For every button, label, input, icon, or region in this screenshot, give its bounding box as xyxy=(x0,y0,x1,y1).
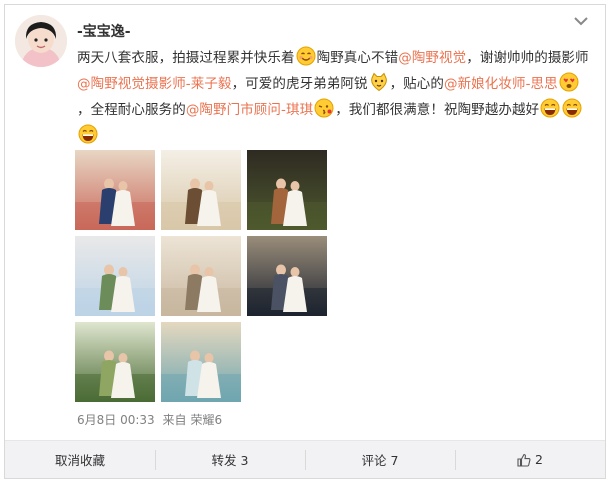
smile-emoji-icon xyxy=(296,46,316,66)
photo-couple-night-street[interactable] xyxy=(247,236,327,316)
post-text-segment: 两天八套衣服，拍摄过程累并快乐着 xyxy=(77,50,295,66)
post-text-segment: ，贴心的 xyxy=(389,76,444,92)
post-source[interactable]: 荣耀6 xyxy=(191,413,223,427)
photo-couple-palace-garden[interactable] xyxy=(75,236,155,316)
repost-label: 转发 3 xyxy=(211,453,249,468)
kiss-emoji-icon xyxy=(314,98,334,118)
laugh-emoji-icon xyxy=(540,98,560,118)
mention-link[interactable]: @陶野视觉 xyxy=(398,50,466,66)
post-text: 两天八套衣服，拍摄过程累并快乐着 陶野真心不错@陶野视觉，谢谢帅帅的摄影师 @陶野视… xyxy=(77,45,589,149)
post-source-prefix: 来自 xyxy=(162,413,187,427)
post-text-segment: ，可爱的虎牙弟弟阿锐 xyxy=(231,76,368,92)
avatar[interactable] xyxy=(15,15,67,67)
photo-couple-forest-lawn[interactable] xyxy=(75,322,155,402)
favorite-button[interactable]: 取消收藏 xyxy=(5,441,155,478)
post-text-segment: ，谢谢帅帅的摄影师 xyxy=(466,50,589,66)
comment-label: 评论 7 xyxy=(361,453,399,468)
thumbs-up-icon xyxy=(517,453,531,467)
post-text-segment: 陶野真心不错 xyxy=(316,50,399,66)
like-count: 2 xyxy=(535,452,543,467)
post-text-segment: ，我们都很满意！祝陶野越办越好 xyxy=(335,102,540,118)
favorite-label: 取消收藏 xyxy=(54,453,105,468)
photo-couple-beach[interactable] xyxy=(161,322,241,402)
photo-couple-garden-steps[interactable] xyxy=(247,150,327,230)
laugh-emoji-icon xyxy=(562,98,582,118)
like-button[interactable]: 2 xyxy=(455,441,605,478)
mention-link[interactable]: @新娘化妆师-思思 xyxy=(444,76,558,92)
post-meta: 6月8日 00:33 来自 荣耀6 xyxy=(77,411,226,428)
mention-link[interactable]: @陶野门市顾问-琪琪 xyxy=(186,102,313,118)
photo-couple-red-wall[interactable] xyxy=(75,150,155,230)
comment-button[interactable]: 评论 7 xyxy=(305,441,455,478)
cat-emoji-icon xyxy=(369,72,389,92)
photo-couple-indoor-sofa[interactable] xyxy=(161,150,241,230)
laugh-emoji-icon xyxy=(78,124,98,144)
action-bar: 取消收藏 转发 3 评论 7 2 xyxy=(5,440,605,478)
username[interactable]: -宝宝逸- xyxy=(77,21,131,41)
mention-link[interactable]: @陶野视觉摄影师-莱子毅 xyxy=(77,76,232,92)
photo-couple-columns[interactable] xyxy=(161,236,241,316)
repost-button[interactable]: 转发 3 xyxy=(155,441,305,478)
weibo-post-card: -宝宝逸- 两天八套衣服，拍摄过程累并快乐着 陶野真心不错@陶野视觉，谢谢帅帅的摄… xyxy=(4,4,606,479)
post-text-segment: ，全程耐心服务的 xyxy=(77,102,186,118)
post-date[interactable]: 6月8日 00:33 xyxy=(77,413,155,427)
love-emoji-icon xyxy=(559,72,579,92)
chevron-down-icon[interactable] xyxy=(573,15,589,27)
